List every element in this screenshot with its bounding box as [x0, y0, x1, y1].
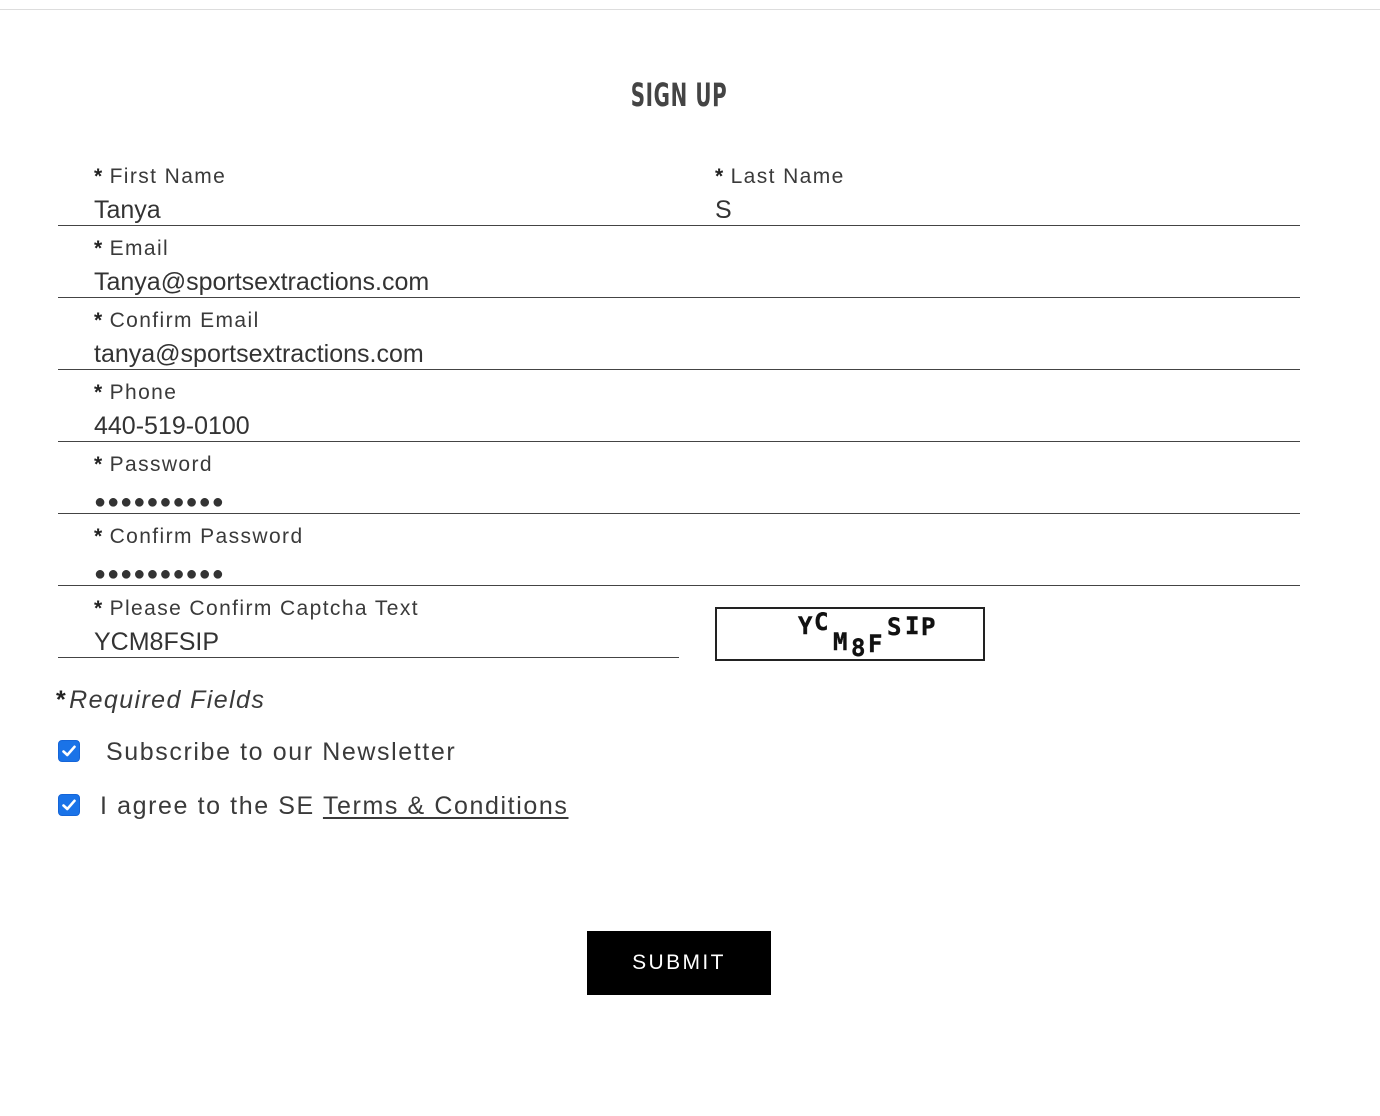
required-asterisk: * [94, 453, 104, 476]
captcha-graphic: Y C M 8 F S I P [798, 609, 936, 659]
email-label-text: Email [109, 237, 170, 260]
captcha-glyph: F [868, 630, 882, 658]
confirm-password-label: * Confirm Password [94, 525, 304, 549]
email-label: * Email [94, 237, 169, 261]
submit-button[interactable]: SUBMIT [587, 931, 771, 995]
first-name-input[interactable]: Tanya [94, 196, 161, 225]
checkmark-icon [62, 745, 76, 757]
terms-label: I agree to the SE Terms & Conditions [100, 792, 569, 821]
newsletter-checkbox[interactable] [58, 740, 80, 762]
terms-checkbox[interactable] [58, 794, 80, 816]
newsletter-label[interactable]: Subscribe to our Newsletter [106, 738, 456, 767]
captcha-glyph: I [905, 612, 919, 640]
confirm-password-field[interactable]: * Confirm Password ●●●●●●●●●● [58, 525, 1300, 586]
confirm-email-field[interactable]: * Confirm Email tanya@sportsextractions.c… [58, 309, 1300, 370]
phone-input[interactable]: 440-519-0100 [94, 412, 250, 441]
checkmark-icon [62, 799, 76, 811]
confirm-password-label-text: Confirm Password [109, 525, 304, 548]
captcha-glyph: P [921, 613, 935, 641]
required-asterisk: * [56, 686, 68, 714]
captcha-glyph: 8 [851, 634, 865, 659]
password-label: * Password [94, 453, 213, 477]
required-asterisk: * [715, 165, 725, 188]
confirm-password-input[interactable]: ●●●●●●●●●● [94, 563, 225, 586]
required-asterisk: * [94, 309, 104, 332]
confirm-email-input[interactable]: tanya@sportsextractions.com [94, 340, 424, 369]
last-name-label: * Last Name [715, 165, 845, 189]
required-asterisk: * [94, 597, 104, 620]
password-field[interactable]: * Password ●●●●●●●●●● [58, 453, 1300, 514]
captcha-label-text: Please Confirm Captcha Text [109, 597, 419, 620]
captcha-glyph: C [814, 609, 828, 636]
confirm-email-label-text: Confirm Email [109, 309, 260, 332]
first-name-label-text: First Name [109, 165, 227, 188]
terms-prefix: I agree to the SE [100, 792, 315, 820]
confirm-email-label: * Confirm Email [94, 309, 260, 333]
first-name-field[interactable]: * First Name Tanya [58, 165, 715, 226]
first-name-label: * First Name [94, 165, 226, 189]
captcha-glyph: M [833, 628, 847, 656]
captcha-glyph: S [887, 613, 901, 641]
password-label-text: Password [109, 453, 213, 476]
captcha-field[interactable]: * Please Confirm Captcha Text YCM8FSIP [58, 597, 679, 658]
required-asterisk: * [94, 525, 104, 548]
password-input[interactable]: ●●●●●●●●●● [94, 491, 225, 514]
captcha-image: Y C M 8 F S I P [715, 607, 985, 661]
last-name-input[interactable]: S [715, 196, 732, 225]
email-field[interactable]: * Email Tanya@sportsextractions.com [58, 237, 1300, 298]
last-name-label-text: Last Name [730, 165, 845, 188]
phone-label-text: Phone [109, 381, 178, 404]
terms-link[interactable]: Terms & Conditions [323, 792, 569, 820]
required-fields-text: Required Fields [69, 686, 266, 714]
captcha-label: * Please Confirm Captcha Text [94, 597, 419, 621]
required-asterisk: * [94, 381, 104, 404]
top-divider [0, 9, 1380, 10]
required-fields-note: *Required Fields [56, 686, 265, 715]
captcha-glyph: Y [798, 612, 813, 640]
captcha-input[interactable]: YCM8FSIP [94, 628, 219, 657]
last-name-field[interactable]: * Last Name S [679, 165, 1300, 226]
required-asterisk: * [94, 237, 104, 260]
phone-field[interactable]: * Phone 440-519-0100 [58, 381, 1300, 442]
page-title: SIGN UP [630, 76, 728, 114]
required-asterisk: * [94, 165, 104, 188]
phone-label: * Phone [94, 381, 177, 405]
email-input[interactable]: Tanya@sportsextractions.com [94, 268, 429, 297]
